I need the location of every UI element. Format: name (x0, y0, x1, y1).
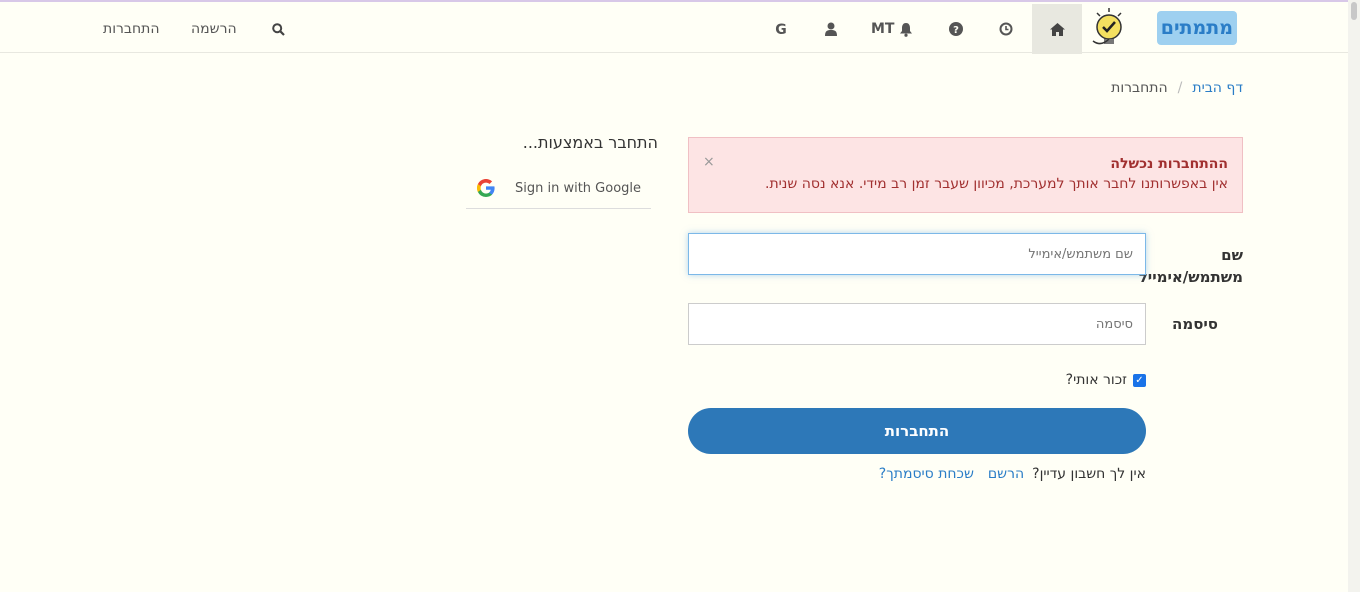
home-icon (1049, 22, 1065, 36)
google-logo-icon (477, 179, 495, 197)
site-logo[interactable]: מתמתים (1089, 5, 1237, 49)
breadcrumb-home-link[interactable]: דף הבית (1192, 80, 1243, 96)
nav-home-button[interactable] (1032, 4, 1082, 54)
no-account-text: אין לך חשבון עדיין? (1032, 466, 1146, 482)
vertical-scrollbar[interactable] (1348, 0, 1360, 592)
svg-text:G: G (775, 22, 787, 36)
logo-text: מתמתים (1156, 11, 1237, 45)
password-label: סיסמה (1172, 315, 1218, 333)
google-signin-label: Sign in with Google (515, 180, 642, 196)
remember-me: ✓ זכור אותי? (1066, 372, 1146, 388)
scrollbar-thumb[interactable] (1351, 2, 1357, 20)
password-input[interactable] (688, 303, 1146, 345)
social-login-heading: התחבר באמצעות... (522, 133, 658, 152)
bell-icon (900, 22, 912, 37)
breadcrumb: דף הבית / התחברות (1111, 80, 1243, 96)
register-link[interactable]: הרשם (988, 466, 1024, 482)
nav-notifications-button[interactable] (896, 4, 916, 54)
remember-me-checkbox[interactable]: ✓ (1133, 373, 1146, 387)
username-label: שם משתמש/אימייל (1138, 246, 1243, 286)
breadcrumb-separator: / (1177, 80, 1183, 96)
forgot-password-link[interactable]: שכחת סיסמתך? (879, 466, 974, 482)
top-navbar: מתמתים ? MT G הרשמה התחברות (0, 2, 1348, 54)
nav-login-link[interactable]: התחברות (103, 4, 160, 54)
login-submit-button[interactable]: התחברות (688, 408, 1146, 454)
nav-search-button[interactable] (268, 4, 288, 54)
question-icon: ? (949, 22, 963, 36)
clock-icon (999, 22, 1013, 36)
alert-message: אין באפשרותנו לחבר אותך למערכת, מכיוון ש… (765, 176, 1228, 192)
search-icon (271, 22, 285, 36)
nav-register-link[interactable]: הרשמה (191, 4, 237, 54)
google-g-icon: G (775, 22, 787, 36)
svg-text:?: ? (953, 25, 959, 36)
nav-history-button[interactable] (996, 4, 1016, 54)
user-icon (825, 22, 837, 36)
alert-title: ההתחברות נכשלה (1110, 156, 1228, 172)
breadcrumb-current: התחברות (1111, 80, 1168, 96)
nav-help-button[interactable]: ? (946, 4, 966, 54)
login-failed-alert: ההתחברות נכשלה אין באפשרותנו לחבר אותך ל… (688, 137, 1243, 213)
google-signin-button[interactable]: Sign in with Google (466, 168, 651, 209)
alert-close-button[interactable]: × (703, 154, 715, 170)
remember-me-label[interactable]: זכור אותי? (1066, 372, 1127, 388)
username-input[interactable] (688, 233, 1146, 275)
nav-google-button[interactable]: G (771, 4, 791, 54)
nav-user-button[interactable] (821, 4, 841, 54)
lightbulb-logo-icon (1092, 8, 1122, 45)
account-links: אין לך חשבון עדיין? הרשם שכחת סיסמתך? (879, 466, 1146, 482)
nav-mt-label[interactable]: MT (871, 4, 894, 54)
